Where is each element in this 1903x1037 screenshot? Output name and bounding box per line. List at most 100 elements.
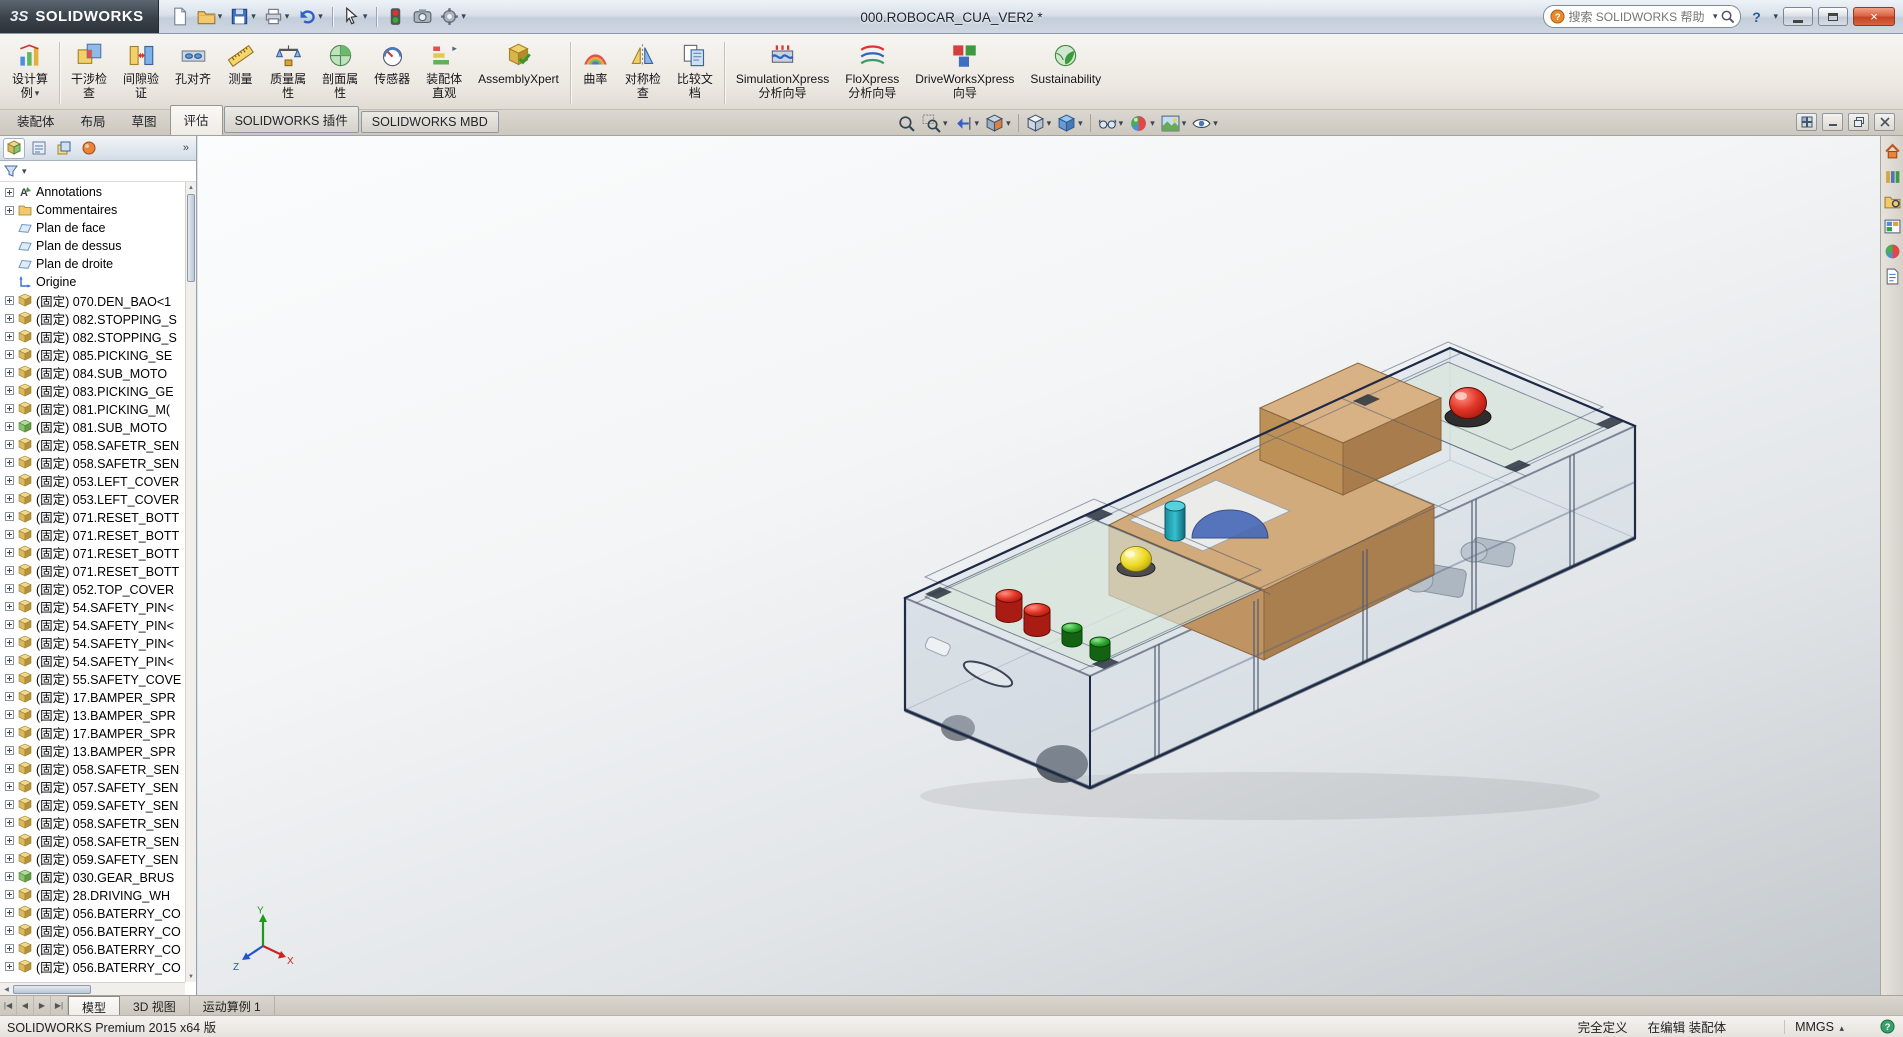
tree-item[interactable]: (固定) 54.SAFETY_PIN< [0, 651, 185, 669]
tree-item[interactable]: (固定) 053.LEFT_COVER [0, 489, 185, 507]
expand-icon[interactable] [5, 493, 14, 503]
open-folder-button[interactable]: ▾ [194, 5, 226, 28]
expand-icon[interactable] [5, 547, 14, 557]
propertymanager-tab[interactable] [28, 138, 50, 159]
graphics-viewport[interactable]: Y Z X [198, 136, 1880, 995]
scroll-up-icon[interactable]: ▲ [186, 182, 196, 193]
maximize-button[interactable] [1818, 7, 1848, 26]
tree-item[interactable]: Commentaires [0, 201, 185, 219]
expand-icon[interactable] [5, 727, 14, 737]
select-cursor-button[interactable]: ▾ [339, 5, 371, 28]
tab-SOLIDWORKS MBD[interactable]: SOLIDWORKS MBD [360, 111, 499, 133]
tree-item[interactable]: (固定) 084.SUB_MOTO [0, 363, 185, 381]
tree-item[interactable]: (固定) 071.RESET_BOTT [0, 507, 185, 525]
ribbon-button-hole-alignment[interactable]: 孔对齐 [167, 37, 219, 109]
tab-布局[interactable]: 布局 [68, 106, 119, 135]
model-tab-nav-2[interactable]: ▶ [34, 996, 51, 1015]
tree-item[interactable]: (固定) 071.RESET_BOTT [0, 525, 185, 543]
help-button[interactable]: ? [1746, 7, 1766, 27]
print-button[interactable]: ▾ [261, 5, 293, 28]
tree-item[interactable]: (固定) 058.SAFETR_SEN [0, 813, 185, 831]
tab-草图[interactable]: 草图 [119, 106, 170, 135]
expand-icon[interactable] [5, 745, 14, 755]
tree-item[interactable]: (固定) 55.SAFETY_COVE [0, 669, 185, 687]
expand-icon[interactable] [5, 565, 14, 575]
tree-item[interactable]: (固定) 059.SAFETY_SEN [0, 795, 185, 813]
custom-properties-button[interactable] [1884, 268, 1901, 285]
ribbon-button-measure[interactable]: 测量 [219, 37, 262, 109]
model-tab-模型[interactable]: 模型 [68, 996, 121, 1015]
help-caret-icon[interactable]: ▾ [1773, 12, 1778, 21]
tree-item[interactable]: (固定) 082.STOPPING_S [0, 327, 185, 345]
ribbon-button-mass-properties[interactable]: 质量属性 [262, 37, 314, 109]
doc-minimize-button[interactable] [1822, 113, 1843, 131]
tree-item[interactable]: (固定) 13.BAMPER_SPR [0, 705, 185, 723]
tree-item[interactable]: (固定) 54.SAFETY_PIN< [0, 615, 185, 633]
tree-item[interactable]: (固定) 17.BAMPER_SPR [0, 723, 185, 741]
expand-icon[interactable] [5, 925, 14, 935]
options-gear-button[interactable]: ▾ [437, 5, 469, 28]
expand-icon[interactable] [5, 637, 14, 647]
previous-view-button[interactable]: ▾ [952, 113, 982, 134]
ribbon-button-assembly-visualization[interactable]: 装配体 直观 [418, 37, 470, 109]
tree-item[interactable]: (固定) 058.SAFETR_SEN [0, 435, 185, 453]
tree-item[interactable]: (固定) 28.DRIVING_WH [0, 885, 185, 903]
tree-item[interactable]: (固定) 058.SAFETR_SEN [0, 759, 185, 777]
expand-icon[interactable] [5, 439, 14, 449]
expand-icon[interactable] [5, 529, 14, 539]
tree-item[interactable]: (固定) 081.SUB_MOTO [0, 417, 185, 435]
tab-评估[interactable]: 评估 [169, 105, 223, 135]
tree-item[interactable]: (固定) 058.SAFETR_SEN [0, 453, 185, 471]
apply-scene-button[interactable]: ▾ [1159, 113, 1189, 134]
scroll-down-icon[interactable]: ▼ [186, 971, 196, 982]
expand-icon[interactable] [5, 943, 14, 953]
view-palette-button[interactable] [1884, 218, 1901, 235]
tree-item[interactable]: (固定) 056.BATERRY_CO [0, 903, 185, 921]
view-orientation-button[interactable]: ▾ [1024, 113, 1054, 134]
minimize-button[interactable] [1783, 7, 1813, 26]
tree-item[interactable]: (固定) 056.BATERRY_CO [0, 957, 185, 975]
quick-tip-icon[interactable]: ? [1880, 1019, 1895, 1034]
section-view-button[interactable]: ▾ [983, 113, 1013, 134]
screen-capture-button[interactable] [410, 5, 435, 28]
expand-icon[interactable] [5, 907, 14, 917]
expand-icon[interactable] [5, 349, 14, 359]
tree-item[interactable]: (固定) 053.LEFT_COVER [0, 471, 185, 489]
tree-item[interactable]: (固定) 085.PICKING_SE [0, 345, 185, 363]
expand-icon[interactable] [5, 691, 14, 701]
model-tab-nav-1[interactable]: ◀ [17, 996, 34, 1015]
tree-item[interactable]: (固定) 54.SAFETY_PIN< [0, 597, 185, 615]
rebuild-button[interactable] [383, 5, 408, 28]
scroll-left-icon[interactable]: ◀ [0, 983, 13, 995]
ribbon-button-sustainability[interactable]: Sustainability [1022, 37, 1109, 109]
tree-item[interactable]: (固定) 083.PICKING_GE [0, 381, 185, 399]
expand-icon[interactable] [5, 331, 14, 341]
magnifier-icon[interactable] [1720, 9, 1735, 24]
undo-button[interactable]: ▾ [294, 5, 326, 28]
tab-SOLIDWORKS 插件[interactable]: SOLIDWORKS 插件 [223, 106, 359, 133]
tree-item[interactable]: (固定) 052.TOP_COVER [0, 579, 185, 597]
doc-tile-button[interactable] [1796, 113, 1817, 131]
expand-icon[interactable] [5, 853, 14, 863]
expand-icon[interactable] [5, 313, 14, 323]
tab-装配体[interactable]: 装配体 [4, 106, 68, 135]
ribbon-button-compare-documents[interactable]: 比较文档 [669, 37, 721, 109]
display-style-button[interactable]: ▾ [1055, 113, 1085, 134]
ribbon-button-sensor[interactable]: 传感器 [366, 37, 418, 109]
displaymanager-tab[interactable] [78, 138, 100, 159]
tree-item[interactable]: Plan de dessus [0, 237, 185, 255]
tree-item[interactable]: (固定) 056.BATERRY_CO [0, 921, 185, 939]
panel-chevron-icon[interactable]: » [179, 142, 193, 154]
model-tab-nav-3[interactable]: ▶| [51, 996, 68, 1015]
ribbon-button-design-study[interactable]: 设计算例 ▾ [4, 37, 56, 109]
tree-item[interactable]: Plan de face [0, 219, 185, 237]
expand-icon[interactable] [5, 961, 14, 971]
ribbon-button-symmetry-check[interactable]: 对称检查 [617, 37, 669, 109]
tree-vertical-scrollbar[interactable]: ▲ ▼ [185, 182, 196, 982]
tree-item[interactable]: (固定) 056.BATERRY_CO [0, 939, 185, 957]
expand-icon[interactable] [5, 475, 14, 485]
tree-item[interactable]: (固定) 081.PICKING_M( [0, 399, 185, 417]
model-tab-3D 视图[interactable]: 3D 视图 [120, 996, 190, 1015]
doc-restore-button[interactable] [1848, 113, 1869, 131]
zoom-area-button[interactable]: ▾ [920, 113, 950, 134]
